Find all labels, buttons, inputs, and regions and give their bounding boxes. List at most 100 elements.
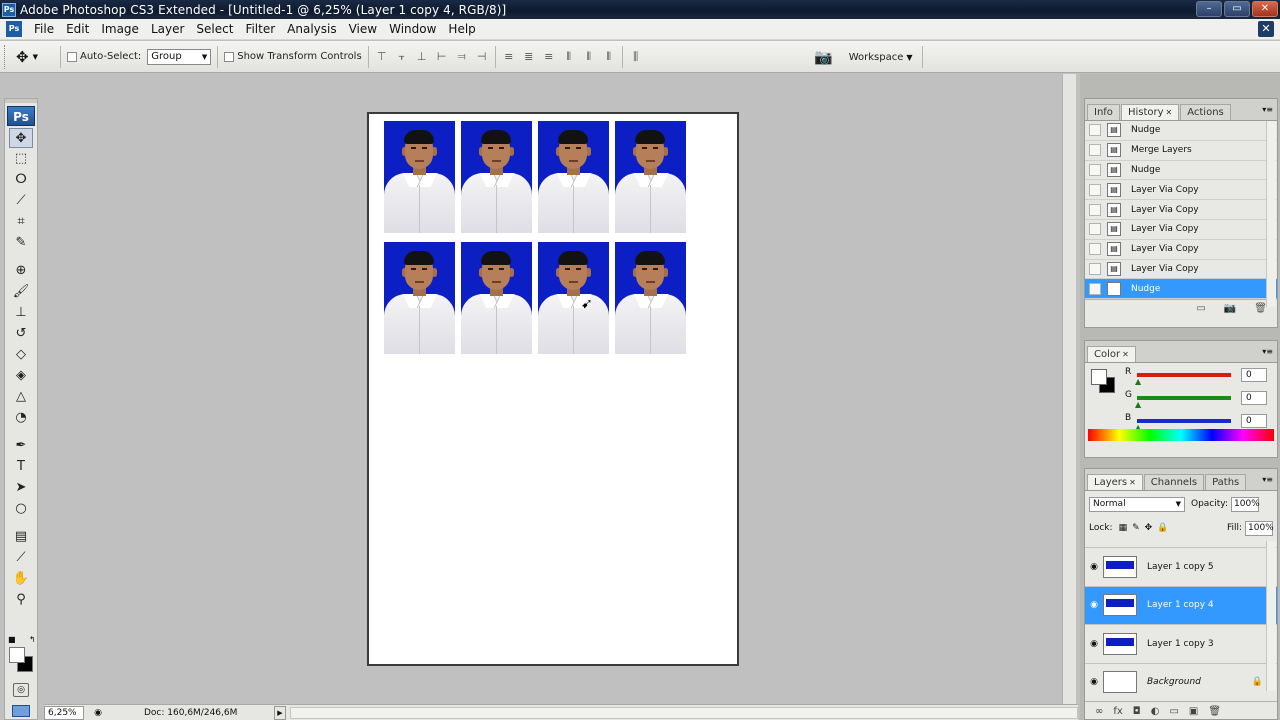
panel-menu-icon[interactable]: ▾≡ — [1262, 475, 1273, 484]
blue-slider[interactable] — [1137, 419, 1231, 423]
auto-select-checkbox[interactable] — [67, 51, 77, 62]
delete-layer-icon[interactable]: 🗑 — [1208, 706, 1221, 717]
new-snapshot-icon[interactable]: 📷 — [1224, 303, 1236, 314]
pen-tool-icon[interactable]: ✒ — [9, 436, 33, 456]
hand-tool-icon[interactable]: ✋ — [9, 569, 33, 589]
blue-value-input[interactable]: 0 — [1241, 414, 1267, 428]
history-state[interactable]: ▤ Layer Via Copy — [1085, 180, 1277, 201]
close-icon[interactable]: ✕ — [1129, 478, 1136, 487]
tab-layers[interactable]: Layers ✕ — [1087, 474, 1143, 490]
new-document-from-state-icon[interactable]: ▭ — [1196, 303, 1205, 314]
history-state[interactable]: ▤ Merge Layers — [1085, 141, 1277, 161]
history-source-checkbox[interactable] — [1089, 282, 1101, 295]
link-layers-icon[interactable]: ∞ — [1095, 706, 1103, 717]
menu-view[interactable]: View — [343, 22, 383, 36]
options-bar-grip[interactable] — [4, 44, 8, 69]
tab-info[interactable]: Info — [1087, 104, 1120, 120]
document-canvas[interactable] — [367, 112, 739, 666]
dodge-tool-icon[interactable]: ◔ — [9, 408, 33, 428]
history-source-checkbox[interactable] — [1089, 223, 1101, 236]
tab-paths[interactable]: Paths — [1205, 474, 1247, 490]
history-source-checkbox[interactable] — [1089, 163, 1101, 176]
crop-tool-icon[interactable]: ⌗ — [9, 212, 33, 232]
align-top-icon[interactable]: ⊤ — [375, 50, 389, 64]
align-vcenter-icon[interactable]: ⫟ — [395, 50, 409, 64]
layer-mask-icon[interactable]: ◘ — [1133, 706, 1141, 717]
slider-handle-icon[interactable]: ▲ — [1135, 400, 1141, 409]
menu-window[interactable]: Window — [383, 22, 442, 36]
history-state[interactable]: ▤ Nudge — [1085, 279, 1277, 300]
panel-menu-icon[interactable]: ▾≡ — [1262, 105, 1273, 114]
swap-colors-icon[interactable]: ↰ — [29, 635, 36, 644]
healing-brush-tool-icon[interactable]: ⊕ — [9, 261, 33, 281]
foreground-color-swatch[interactable] — [1091, 369, 1107, 385]
layer-row[interactable]: ◉ Layer 1 copy 5 — [1085, 547, 1277, 586]
workspace-button[interactable]: Workspace — [849, 52, 904, 63]
clone-stamp-tool-icon[interactable]: ⊥ — [9, 303, 33, 323]
vertical-scrollbar[interactable] — [1062, 74, 1076, 704]
auto-select-dropdown[interactable]: Group ▼ — [147, 48, 212, 65]
menu-filter[interactable]: Filter — [239, 22, 281, 36]
close-icon[interactable]: ✕ — [1166, 108, 1173, 117]
tab-color[interactable]: Color ✕ — [1087, 346, 1136, 362]
foreground-color-swatch[interactable] — [9, 647, 25, 663]
path-selection-tool-icon[interactable]: ➤ — [9, 478, 33, 498]
lock-position-icon[interactable]: ✥ — [1145, 523, 1153, 533]
toolbox-grip[interactable] — [5, 99, 37, 103]
history-source-checkbox[interactable] — [1089, 124, 1101, 137]
distribute-right-icon[interactable]: ⦀ — [602, 50, 616, 64]
screen-mode-icon[interactable] — [12, 705, 30, 717]
lock-all-icon[interactable]: 🔒 — [1157, 523, 1168, 533]
history-source-checkbox[interactable] — [1089, 262, 1101, 275]
history-state[interactable]: ▤ Layer Via Copy — [1085, 220, 1277, 240]
menu-help[interactable]: Help — [442, 22, 481, 36]
color-spectrum-ramp[interactable] — [1088, 429, 1274, 441]
tab-actions[interactable]: Actions — [1180, 104, 1231, 120]
zoom-field[interactable]: 6,25% — [44, 705, 84, 720]
eyedropper-tool-icon[interactable]: ⟋ — [9, 548, 33, 568]
menu-analysis[interactable]: Analysis — [281, 22, 342, 36]
lock-transparent-icon[interactable]: ▦ — [1119, 523, 1128, 533]
distribute-top-icon[interactable]: ≡ — [502, 50, 516, 64]
blend-mode-dropdown[interactable]: Normal ▼ — [1089, 496, 1185, 512]
menu-layer[interactable]: Layer — [145, 22, 190, 36]
history-state[interactable]: ▤ Nudge — [1085, 121, 1277, 141]
red-value-input[interactable]: 0 — [1241, 368, 1267, 382]
auto-align-icon[interactable]: ⫼ — [629, 50, 643, 64]
align-hcenter-icon[interactable]: ⫤ — [455, 50, 469, 64]
default-colors-icon[interactable]: ■ — [8, 635, 16, 644]
new-group-icon[interactable]: ▭ — [1169, 706, 1178, 717]
magic-wand-tool-icon[interactable]: ⟋ — [9, 191, 33, 211]
tab-channels[interactable]: Channels — [1143, 474, 1205, 490]
menu-select[interactable]: Select — [190, 22, 239, 36]
close-icon[interactable]: ✕ — [1122, 350, 1129, 359]
eye-icon[interactable]: ◉ — [1085, 639, 1103, 649]
layer-row-background[interactable]: ◉ Background 🔒 — [1085, 662, 1277, 702]
align-bottom-icon[interactable]: ⊥ — [415, 50, 429, 64]
eye-icon[interactable]: ◉ — [1085, 562, 1103, 572]
green-value-input[interactable]: 0 — [1241, 391, 1267, 405]
maximize-button[interactable]: ▭ — [1224, 1, 1250, 17]
red-slider[interactable] — [1137, 373, 1231, 377]
distribute-bottom-icon[interactable]: ≡ — [542, 50, 556, 64]
move-tool-icon[interactable]: ✥ — [9, 128, 33, 148]
eye-icon[interactable]: ◉ — [1085, 677, 1103, 687]
horizontal-scrollbar[interactable] — [290, 706, 1078, 719]
align-right-icon[interactable]: ⊣ — [475, 50, 489, 64]
status-menu-arrow-icon[interactable]: ▶ — [274, 705, 286, 720]
type-tool-icon[interactable]: T — [9, 457, 33, 477]
blur-tool-icon[interactable]: △ — [9, 387, 33, 407]
tool-preset-picker[interactable]: ✥ ▼ — [16, 48, 54, 66]
distribute-left-icon[interactable]: ⦀ — [562, 50, 576, 64]
history-state[interactable]: ▤ Layer Via Copy — [1085, 200, 1277, 220]
distribute-vcenter-icon[interactable]: ≣ — [522, 50, 536, 64]
fill-input[interactable]: 100% — [1245, 520, 1274, 536]
document-close-button[interactable]: ✕ — [1258, 21, 1274, 37]
history-state[interactable]: ▤ Layer Via Copy — [1085, 240, 1277, 260]
history-source-checkbox[interactable] — [1089, 183, 1101, 196]
eraser-tool-icon[interactable]: ◇ — [9, 345, 33, 365]
history-brush-tool-icon[interactable]: ↺ — [9, 324, 33, 344]
history-source-checkbox[interactable] — [1089, 144, 1101, 157]
bridge-icon[interactable]: 📷 — [814, 48, 833, 66]
zoom-tool-icon[interactable]: ⚲ — [9, 590, 33, 610]
